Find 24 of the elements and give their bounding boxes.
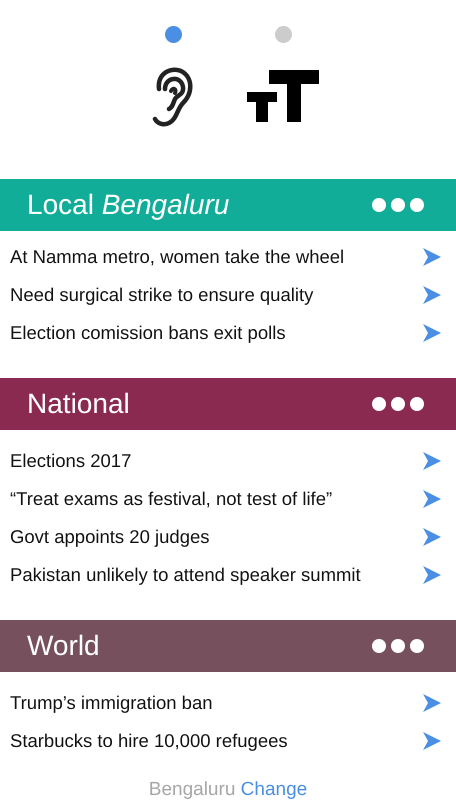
- section-title: World: [27, 630, 100, 662]
- arrow-icon: [422, 565, 442, 585]
- arrow-icon: [422, 731, 442, 751]
- arrow-icon: [422, 693, 442, 713]
- news-item[interactable]: Govt appoints 20 judges: [0, 518, 456, 556]
- arrow-icon: [422, 285, 442, 305]
- arrow-icon: [422, 451, 442, 471]
- news-item[interactable]: Need surgical strike to ensure quality: [0, 276, 456, 314]
- news-item[interactable]: Trump’s immigration ban: [0, 684, 456, 722]
- city-label: Bengaluru: [148, 779, 236, 800]
- news-item[interactable]: Election comission bans exit polls: [0, 314, 456, 352]
- arrow-icon: [422, 323, 442, 343]
- text-size-icon: [247, 70, 319, 122]
- news-item[interactable]: “Treat exams as festival, not test of life”: [0, 480, 456, 518]
- section-title: Local Bengaluru: [27, 189, 230, 221]
- news-item[interactable]: At Namma metro, women take the wheel: [0, 238, 456, 276]
- arrow-icon: [422, 527, 442, 547]
- news-item[interactable]: Elections 2017: [0, 442, 456, 480]
- arrow-icon: [422, 247, 442, 267]
- section-title: National: [27, 388, 130, 420]
- news-item[interactable]: Starbucks to hire 10,000 refugees: [0, 722, 456, 760]
- ear-icon: [151, 65, 195, 127]
- arrow-icon: [422, 489, 442, 509]
- news-item[interactable]: Pakistan unlikely to attend speaker summit: [0, 556, 456, 594]
